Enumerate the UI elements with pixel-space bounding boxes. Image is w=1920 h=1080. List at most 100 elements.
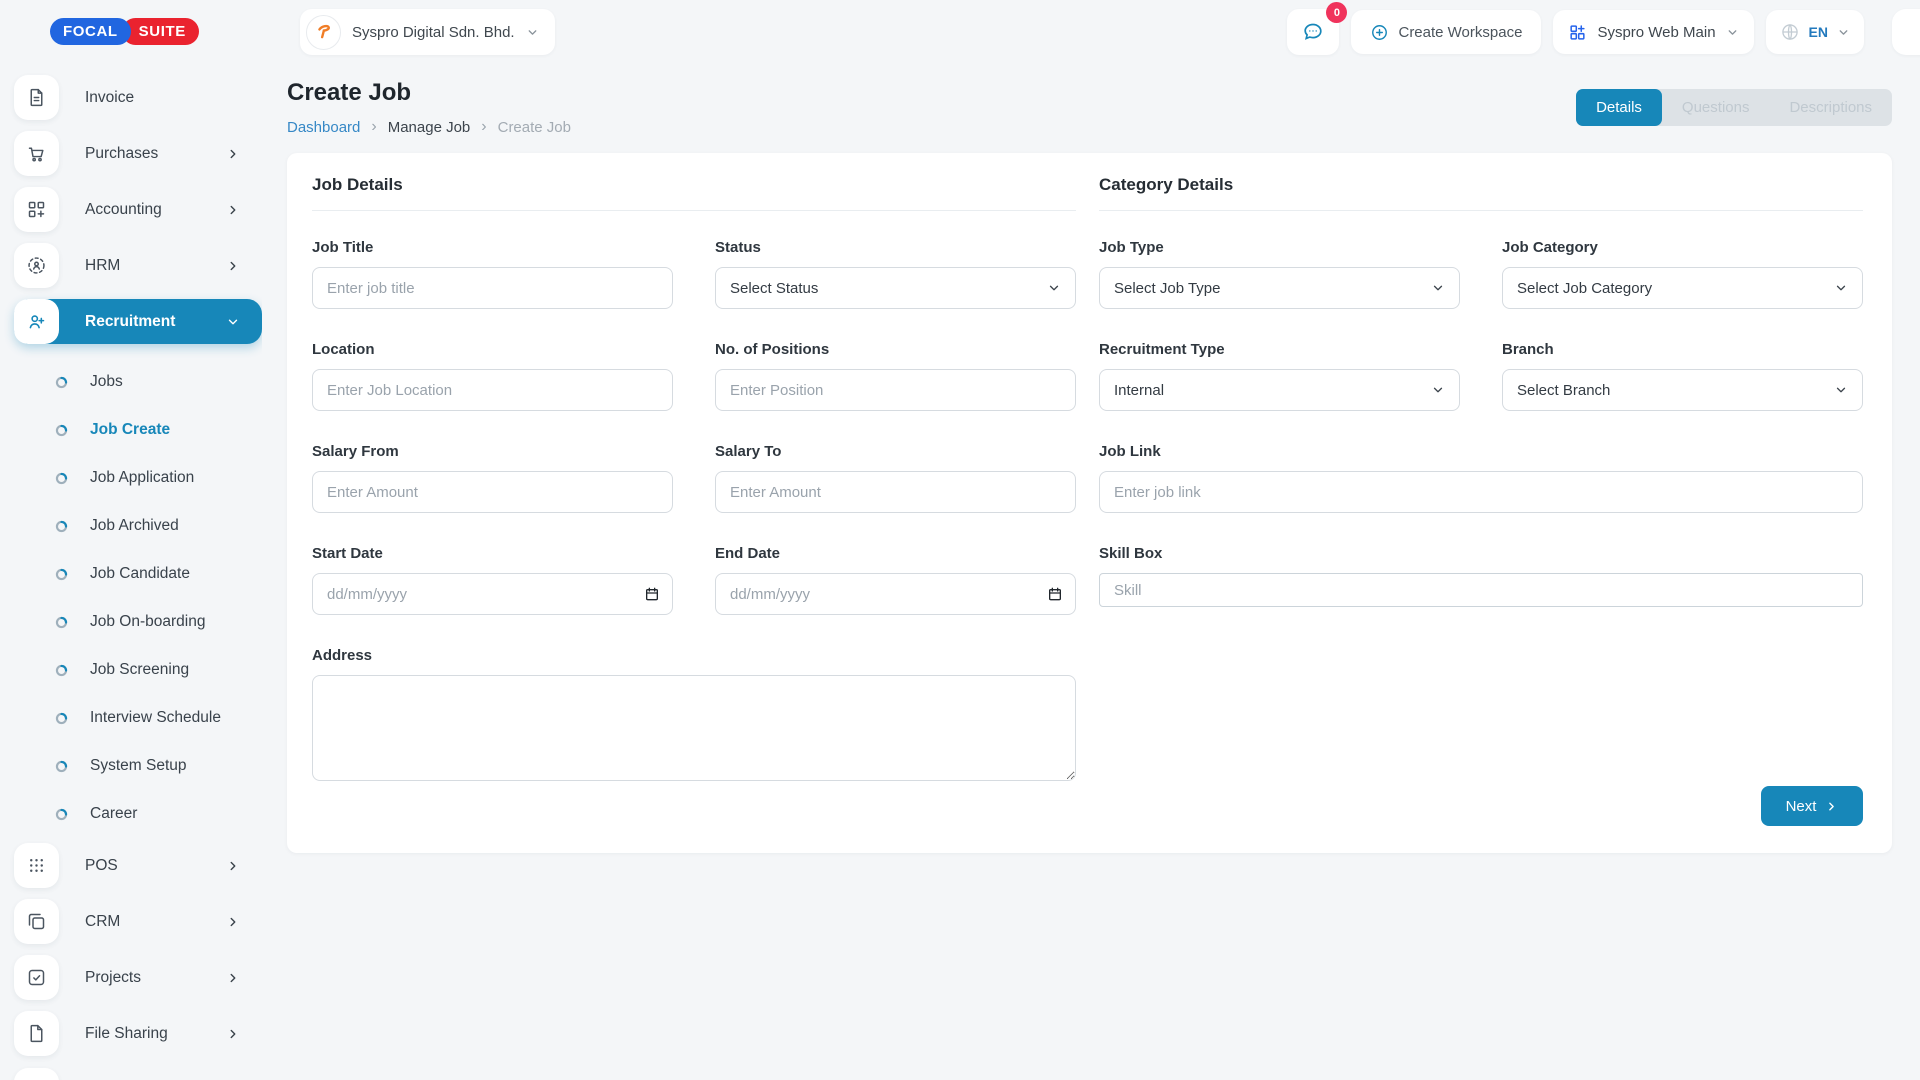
create-job-card: Job Details Job Title Status Select Stat… [287,153,1892,853]
create-workspace-label: Create Workspace [1398,24,1522,41]
crm-icon [14,899,59,944]
chat-icon [1301,20,1325,44]
chat-button[interactable]: 0 [1287,9,1339,55]
sidebar-subitem-system-setup[interactable]: System Setup [14,742,262,790]
sidebar-item-invoice[interactable]: Invoice [14,75,262,120]
sidebar-item-accounting[interactable]: Accounting [14,187,262,232]
salary-from-input[interactable] [312,471,673,513]
sidebar-subitem-job-archived[interactable]: Job Archived [14,502,262,550]
job-link-input[interactable] [1099,471,1863,513]
breadcrumb-separator: › [481,118,486,136]
job-category-select[interactable]: Select Job Category [1502,267,1863,309]
positions-label: No. of Positions [715,341,1076,358]
recruitment-type-field: Recruitment Type Internal [1099,341,1460,411]
circle-icon [55,760,68,773]
recruitment-type-select-value: Internal [1114,382,1164,399]
sidebar-item-label: Invoice [85,89,240,107]
positions-input[interactable] [715,369,1076,411]
sidebar-item-hrm[interactable]: HRM [14,243,262,288]
job-type-select[interactable]: Select Job Type [1099,267,1460,309]
focal-suite-logo[interactable]: FOCAL SUITE [50,18,262,45]
sidebar-subitem-jobs[interactable]: Jobs [14,358,262,406]
sidebar-subitem-label: Job Create [90,421,170,439]
status-label: Status [715,239,1076,256]
sidebar-item-partial[interactable] [14,1068,262,1080]
start-date-label: Start Date [312,545,673,562]
job-link-label: Job Link [1099,443,1863,460]
globe-icon [1780,22,1800,42]
address-textarea[interactable] [312,675,1076,781]
location-input[interactable] [312,369,673,411]
start-date-field: Start Date [312,545,673,615]
sidebar-item-file-sharing[interactable]: File Sharing [14,1011,262,1056]
circle-icon [55,472,68,485]
chevron-down-icon [1834,383,1848,397]
chevron-down-icon [526,26,539,39]
job-title-input[interactable] [312,267,673,309]
workspace-selector[interactable]: Syspro Web Main [1553,10,1753,54]
sidebar-subitem-job-onboarding[interactable]: Job On-boarding [14,598,262,646]
sidebar-item-pos[interactable]: POS [14,843,262,888]
sidebar-item-label: Purchases [85,145,226,163]
sidebar-subitem-job-candidate[interactable]: Job Candidate [14,550,262,598]
location-label: Location [312,341,673,358]
end-date-input[interactable] [715,573,1076,615]
avatar[interactable] [1892,9,1920,55]
sidebar-item-purchases[interactable]: Purchases [14,131,262,176]
tab-descriptions[interactable]: Descriptions [1769,89,1892,126]
sidebar-subitem-job-create[interactable]: Job Create [14,406,262,454]
circle-icon [55,376,68,389]
chevron-right-icon [226,203,240,217]
branch-field: Branch Select Branch [1502,341,1863,411]
section-title-category-details: Category Details [1099,175,1863,211]
positions-field: No. of Positions [715,341,1076,411]
circle-icon [55,664,68,677]
next-button[interactable]: Next [1761,786,1863,826]
sidebar-item-recruitment[interactable]: Recruitment [14,299,262,344]
sidebar-subitem-job-application[interactable]: Job Application [14,454,262,502]
sidebar-item-crm[interactable]: CRM [14,899,262,944]
section-title-job-details: Job Details [312,175,1076,211]
end-date-label: End Date [715,545,1076,562]
sidebar-subitem-job-screening[interactable]: Job Screening [14,646,262,694]
sidebar-item-label: File Sharing [85,1025,226,1043]
topbar-right: 0 Create Workspace Syspro Web Main EN [1287,9,1920,55]
status-select[interactable]: Select Status [715,267,1076,309]
company-selector[interactable]: Syspro Digital Sdn. Bhd. [300,9,555,55]
salary-to-input[interactable] [715,471,1076,513]
sidebar-subitem-label: Job Screening [90,661,189,679]
breadcrumb-manage-job[interactable]: Manage Job [388,119,471,136]
form-step-tabs: Details Questions Descriptions [1576,89,1892,126]
circle-icon [55,808,68,821]
recruitment-type-label: Recruitment Type [1099,341,1460,358]
create-workspace-button[interactable]: Create Workspace [1351,10,1541,54]
tab-questions[interactable]: Questions [1662,89,1770,126]
chevron-right-icon [226,859,240,873]
page-head: Create Job Dashboard › Manage Job › Crea… [262,64,1920,136]
chevron-down-icon [1047,281,1061,295]
sidebar-item-label: HRM [85,257,226,275]
language-selector[interactable]: EN [1766,10,1864,54]
branch-select[interactable]: Select Branch [1502,369,1863,411]
chevron-right-icon [226,1027,240,1041]
skill-box-input[interactable] [1099,573,1863,607]
sidebar-item-projects[interactable]: Projects [14,955,262,1000]
job-type-field: Job Type Select Job Type [1099,239,1460,309]
chevron-down-icon [226,315,240,329]
sidebar-subitem-label: Job Candidate [90,565,190,583]
job-title-label: Job Title [312,239,673,256]
tab-details[interactable]: Details [1576,89,1662,126]
breadcrumb-dashboard[interactable]: Dashboard [287,119,360,136]
chevron-down-icon [1834,281,1848,295]
sidebar-item-label: Recruitment [85,313,226,331]
circle-icon [55,616,68,629]
sidebar-subitem-career[interactable]: Career [14,790,262,838]
job-category-field: Job Category Select Job Category [1502,239,1863,309]
recruitment-type-select[interactable]: Internal [1099,369,1460,411]
sidebar-subitem-interview-schedule[interactable]: Interview Schedule [14,694,262,742]
circle-icon [55,520,68,533]
start-date-input[interactable] [312,573,673,615]
logo-suite-pill: SUITE [122,18,199,45]
branch-label: Branch [1502,341,1863,358]
skill-box-field: Skill Box [1099,545,1863,607]
